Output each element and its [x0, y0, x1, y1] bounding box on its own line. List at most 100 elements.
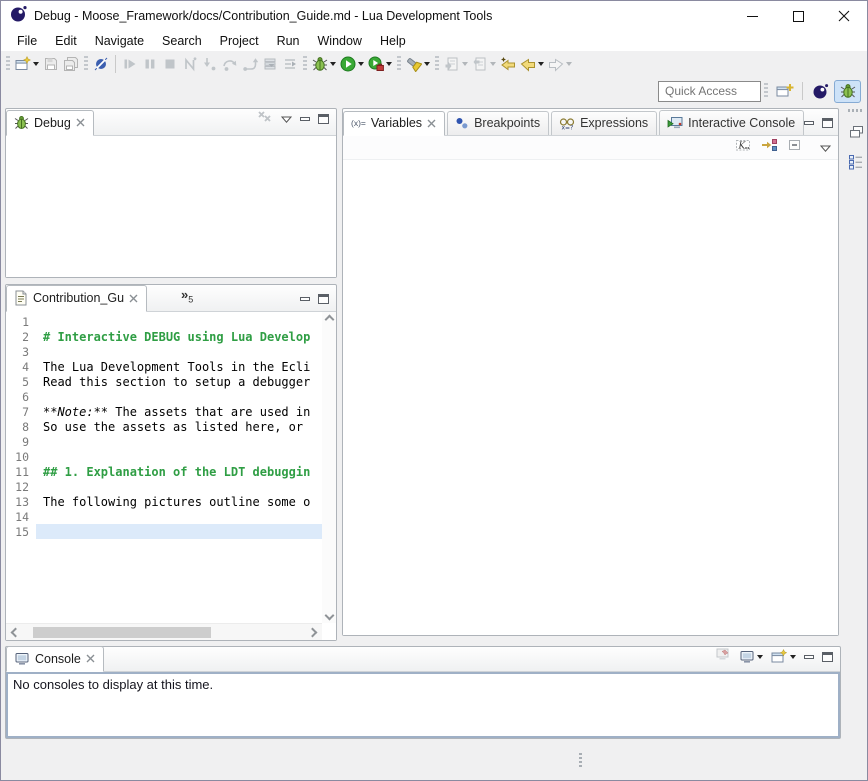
- menu-file[interactable]: File: [8, 33, 46, 49]
- variables-minimize-button[interactable]: [804, 121, 814, 125]
- toolbar-handle[interactable]: [435, 56, 439, 72]
- debug-button[interactable]: [310, 53, 338, 75]
- menu-navigate[interactable]: Navigate: [86, 33, 153, 49]
- forward-dropdown-icon[interactable]: [566, 62, 572, 66]
- debug-dropdown-icon[interactable]: [330, 62, 336, 66]
- code-line[interactable]: 5Read this section to setup a debugger: [6, 374, 322, 389]
- external-tools-dropdown-icon[interactable]: [386, 62, 392, 66]
- editor-maximize-button[interactable]: [318, 294, 329, 304]
- toolbar-handle[interactable]: [397, 56, 401, 72]
- display-selected-console-button[interactable]: [739, 650, 763, 664]
- tab-debug-close-icon[interactable]: [76, 118, 85, 127]
- console-minimize-button[interactable]: [804, 655, 814, 659]
- debug-view-maximize-button[interactable]: [318, 114, 329, 124]
- search-dropdown-icon[interactable]: [424, 62, 430, 66]
- toolbar-handle[interactable]: [764, 83, 768, 99]
- pin-console-button[interactable]: [715, 647, 731, 666]
- code-line[interactable]: 8So use the assets as listed here, or: [6, 419, 322, 434]
- horizontal-scrollbar-thumb[interactable]: [33, 627, 211, 638]
- window-minimize-button[interactable]: [729, 1, 775, 31]
- tab-contribution-guide-close-icon[interactable]: [129, 294, 138, 303]
- step-over-button[interactable]: [220, 53, 240, 75]
- menu-edit[interactable]: Edit: [46, 33, 86, 49]
- window-maximize-button[interactable]: [775, 1, 821, 31]
- debug-view-minimize-button[interactable]: [300, 117, 310, 121]
- editor-vertical-scrollbar[interactable]: [322, 312, 336, 623]
- toolbar-handle[interactable]: [6, 56, 10, 72]
- remove-all-terminated-button[interactable]: [257, 110, 273, 128]
- code-line[interactable]: 3: [6, 344, 322, 359]
- scroll-right-icon[interactable]: [308, 628, 318, 638]
- editor-minimize-button[interactable]: [300, 297, 310, 301]
- scroll-up-icon[interactable]: [324, 315, 334, 325]
- variables-maximize-button[interactable]: [822, 118, 833, 128]
- menu-search[interactable]: Search: [153, 33, 211, 49]
- status-bar-drag-handle[interactable]: [579, 753, 582, 769]
- tab-console[interactable]: Console: [6, 646, 104, 672]
- tab-breakpoints[interactable]: Breakpoints: [447, 111, 549, 135]
- display-console-dropdown-icon[interactable]: [757, 655, 763, 659]
- open-console-dropdown-icon[interactable]: [790, 655, 796, 659]
- back-button[interactable]: [518, 53, 546, 75]
- code-line[interactable]: 6: [6, 389, 322, 404]
- forward-button[interactable]: [546, 53, 574, 75]
- new-dropdown-icon[interactable]: [33, 62, 39, 66]
- outline-view-button[interactable]: [845, 152, 867, 172]
- tab-debug[interactable]: Debug: [6, 110, 94, 136]
- editor-horizontal-scrollbar[interactable]: [6, 623, 322, 640]
- disconnect-button[interactable]: [180, 53, 200, 75]
- run-button[interactable]: [338, 53, 366, 75]
- toolbar-handle[interactable]: [303, 56, 307, 72]
- collapse-all-button[interactable]: [787, 137, 803, 158]
- variables-view-menu-button[interactable]: [820, 139, 831, 157]
- search-button[interactable]: [404, 53, 432, 75]
- code-line[interactable]: 13The following pictures outline some o: [6, 494, 322, 509]
- tab-console-close-icon[interactable]: [86, 654, 95, 663]
- drop-to-frame-button[interactable]: [260, 53, 280, 75]
- tab-contribution-guide[interactable]: Contribution_Gu: [6, 285, 147, 312]
- code-line[interactable]: 11## 1. Explanation of the LDT debuggin: [6, 464, 322, 479]
- show-type-names-button[interactable]: K: [735, 137, 752, 158]
- window-close-button[interactable]: [821, 1, 867, 31]
- code-line[interactable]: 7**Note:** The assets that are used in: [6, 404, 322, 419]
- next-annotation-button[interactable]: [442, 53, 470, 75]
- next-annotation-dropdown-icon[interactable]: [462, 62, 468, 66]
- step-return-button[interactable]: [240, 53, 260, 75]
- previous-annotation-button[interactable]: [470, 53, 498, 75]
- save-all-button[interactable]: [61, 53, 81, 75]
- tab-expressions[interactable]: x=? Expressions: [551, 111, 657, 135]
- toolbar-handle[interactable]: [84, 56, 88, 72]
- tab-variables[interactable]: (x)= Variables: [343, 111, 445, 136]
- previous-annotation-dropdown-icon[interactable]: [490, 62, 496, 66]
- terminate-button[interactable]: [160, 53, 180, 75]
- tab-interactive-console[interactable]: Interactive Console: [659, 110, 804, 135]
- menu-project[interactable]: Project: [211, 33, 268, 49]
- save-button[interactable]: [41, 53, 61, 75]
- resume-button[interactable]: [120, 53, 140, 75]
- code-line[interactable]: 12: [6, 479, 322, 494]
- step-into-button[interactable]: [200, 53, 220, 75]
- code-line[interactable]: 9: [6, 434, 322, 449]
- code-line[interactable]: 10: [6, 449, 322, 464]
- use-step-filters-button[interactable]: [280, 53, 300, 75]
- menu-help[interactable]: Help: [371, 33, 415, 49]
- debug-view-menu-button[interactable]: [281, 110, 292, 128]
- strip-drag-handle[interactable]: [848, 109, 864, 112]
- hidden-editors-chevron[interactable]: »5: [181, 287, 193, 311]
- code-line[interactable]: 4The Lua Development Tools in the Ecli: [6, 359, 322, 374]
- back-dropdown-icon[interactable]: [538, 62, 544, 66]
- show-logical-structures-button[interactable]: [761, 137, 778, 158]
- lua-perspective-button[interactable]: [807, 80, 834, 103]
- new-button[interactable]: [13, 53, 41, 75]
- code-area[interactable]: 1 2# Interactive DEBUG using Lua Develop…: [6, 312, 322, 623]
- skip-all-breakpoints-button[interactable]: [91, 53, 111, 75]
- open-perspective-button[interactable]: [771, 80, 798, 103]
- restore-view-button[interactable]: [845, 122, 867, 142]
- code-line[interactable]: 2# Interactive DEBUG using Lua Develop: [6, 329, 322, 344]
- code-line[interactable]: 1: [6, 314, 322, 329]
- menu-run[interactable]: Run: [268, 33, 309, 49]
- quick-access-input[interactable]: [658, 81, 761, 102]
- editor-body[interactable]: 1 2# Interactive DEBUG using Lua Develop…: [6, 312, 336, 640]
- last-edit-location-button[interactable]: [498, 53, 518, 75]
- menu-window[interactable]: Window: [309, 33, 371, 49]
